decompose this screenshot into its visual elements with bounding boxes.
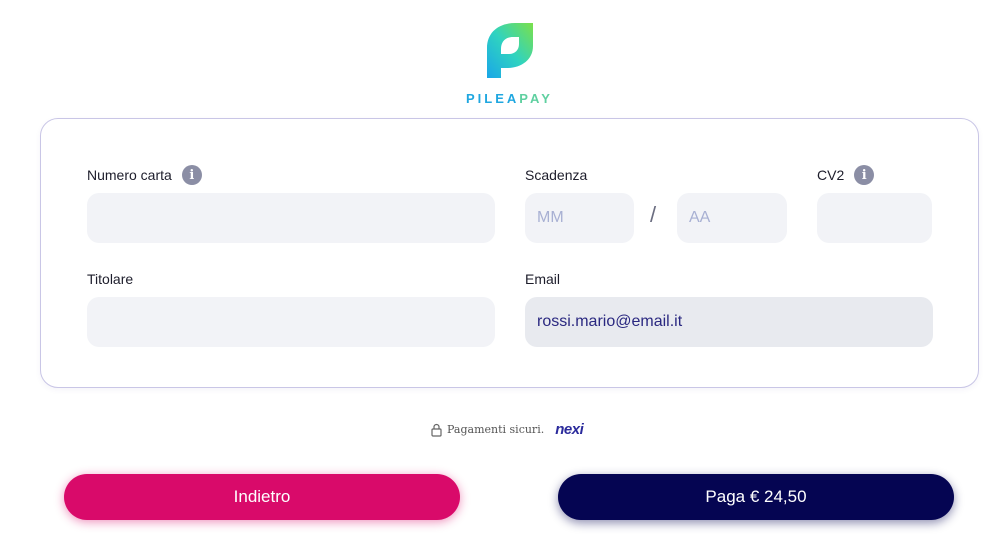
secure-payments-text: Pagamenti sicuri.: [447, 423, 545, 436]
leaf-logo-icon: [487, 23, 533, 78]
card-number-label: Numero carta: [87, 167, 172, 183]
nexi-logo: nexi: [555, 421, 584, 438]
expiry-month-input[interactable]: [525, 193, 634, 243]
holder-label: Titolare: [87, 271, 133, 287]
info-icon[interactable]: i: [181, 165, 202, 185]
cvv-label: CV2: [817, 167, 845, 183]
info-icon[interactable]: i: [854, 165, 875, 185]
back-button[interactable]: Indietro: [64, 474, 460, 520]
brand-name-part2: PAY: [519, 91, 553, 106]
secure-payments-notice: Pagamenti sicuri. nexi: [431, 421, 584, 438]
expiry-label-text: Scadenza: [525, 167, 588, 183]
email-label: Email: [525, 271, 560, 287]
brand-name: PILEAPAY: [466, 91, 556, 106]
payment-form-card: Numero carta i Scadenza CV2 i Titolare E…: [40, 118, 979, 388]
lock-icon: [431, 423, 442, 437]
card-number-input[interactable]: [87, 193, 495, 243]
email-input[interactable]: [525, 297, 933, 347]
cvv-input[interactable]: [817, 193, 932, 243]
holder-input[interactable]: [87, 297, 495, 347]
pay-button[interactable]: Paga € 24,50: [558, 474, 954, 520]
card-number-label-row: Numero carta i: [87, 165, 202, 185]
expiry-label: Scadenza: [525, 167, 587, 183]
expiry-separator: /: [650, 202, 657, 227]
email-label-text: Email: [525, 271, 561, 287]
brand-name-part1: PILEA: [466, 91, 520, 106]
cvv-label-row: CV2 i: [817, 165, 875, 185]
expiry-year-input[interactable]: [677, 193, 787, 243]
holder-label-text: Titolare: [87, 271, 134, 287]
